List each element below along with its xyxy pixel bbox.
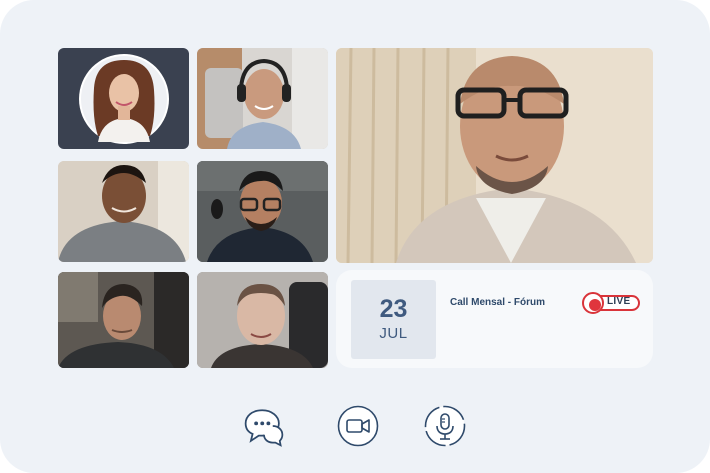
event-title: Call Mensal - Fórum <box>450 297 546 308</box>
live-label: LIVE <box>607 296 631 307</box>
participant-tile-2[interactable] <box>197 48 328 149</box>
participant-video <box>336 48 653 263</box>
video-button[interactable] <box>337 405 379 447</box>
event-month: JUL <box>379 325 408 342</box>
live-badge: LIVE <box>582 292 642 314</box>
event-day: 23 <box>379 295 408 323</box>
video-call-card: 23 JUL Call Mensal - Fórum LIVE <box>0 0 710 473</box>
participant-video <box>197 161 328 262</box>
participant-video <box>58 272 189 368</box>
record-icon <box>582 292 604 314</box>
participant-tile-4[interactable] <box>197 161 328 262</box>
chat-button[interactable] <box>243 405 285 447</box>
participant-tile-5[interactable] <box>58 272 189 368</box>
record-dot <box>589 299 601 311</box>
microphone-icon <box>424 405 466 447</box>
participant-tile-3[interactable] <box>58 161 189 262</box>
event-date-badge: 23 JUL <box>351 280 436 359</box>
event-info-card: 23 JUL Call Mensal - Fórum LIVE <box>336 270 653 368</box>
participant-tile-6[interactable] <box>197 272 328 368</box>
microphone-button[interactable] <box>424 405 466 447</box>
participant-video <box>197 48 328 149</box>
participant-video <box>197 272 328 368</box>
active-speaker-tile[interactable] <box>336 48 653 263</box>
chat-icon <box>244 409 284 447</box>
participant-video <box>58 161 189 262</box>
video-camera-icon <box>337 405 379 447</box>
avatar <box>79 54 169 144</box>
participant-tile-1[interactable] <box>58 48 189 149</box>
